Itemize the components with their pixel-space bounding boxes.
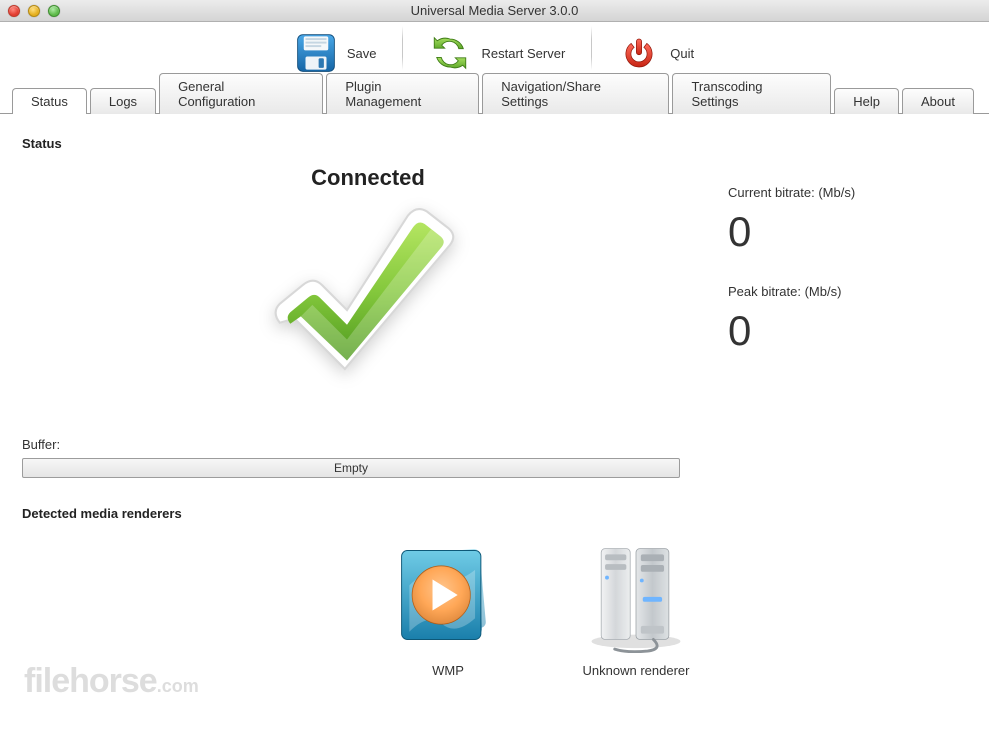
tab-label: General Configuration	[178, 79, 304, 109]
tab-label: Navigation/Share Settings	[501, 79, 650, 109]
tab-label: Help	[853, 94, 880, 109]
renderer-list: WMP	[18, 535, 971, 678]
restart-server-button[interactable]: Restart Server	[415, 26, 579, 80]
save-button[interactable]: Save	[281, 26, 391, 80]
toolbar-group: Save Restart Server	[281, 26, 708, 80]
status-panel: Status Connected Current bitrate: (Mb/s)	[0, 114, 989, 688]
tab-help[interactable]: Help	[834, 88, 899, 114]
renderer-item[interactable]: WMP	[378, 535, 518, 678]
renderer-item[interactable]: Unknown renderer	[566, 535, 706, 678]
current-bitrate-value: 0	[728, 208, 971, 256]
tab-bar: Status Logs General Configuration Plugin…	[0, 86, 989, 114]
watermark-main: filehorse	[24, 662, 157, 700]
peak-bitrate-value: 0	[728, 307, 971, 355]
tab-label: Plugin Management	[345, 79, 460, 109]
tab-label: Logs	[109, 94, 137, 109]
restart-button-label: Restart Server	[481, 46, 565, 61]
connection-status-label: Connected	[311, 165, 425, 191]
current-bitrate-label: Current bitrate: (Mb/s)	[728, 185, 971, 200]
buffer-section: Buffer: Empty	[18, 437, 971, 478]
refresh-icon	[429, 32, 471, 74]
close-window-button[interactable]	[8, 5, 20, 17]
tab-plugin-management[interactable]: Plugin Management	[326, 73, 479, 114]
tab-transcoding-settings[interactable]: Transcoding Settings	[672, 73, 831, 114]
tab-navigation-share-settings[interactable]: Navigation/Share Settings	[482, 73, 669, 114]
quit-button-label: Quit	[670, 46, 694, 61]
window-controls	[8, 5, 60, 17]
buffer-progress-bar: Empty	[22, 458, 680, 478]
connected-checkmark-icon	[263, 203, 473, 413]
quit-button[interactable]: Quit	[604, 26, 708, 80]
buffer-status-text: Empty	[334, 461, 368, 475]
window-title: Universal Media Server 3.0.0	[0, 3, 989, 18]
buffer-label: Buffer:	[22, 437, 971, 452]
renderer-name: Unknown renderer	[583, 663, 690, 678]
watermark: filehorse.com	[24, 662, 199, 701]
wmp-icon	[388, 535, 508, 655]
status-row: Connected Current bitrate: (Mb/s) 0 Peak…	[18, 161, 971, 413]
status-section-title: Status	[22, 136, 971, 151]
tab-about[interactable]: About	[902, 88, 974, 114]
save-button-label: Save	[347, 46, 377, 61]
bitrate-stats: Current bitrate: (Mb/s) 0 Peak bitrate: …	[718, 161, 971, 413]
minimize-window-button[interactable]	[28, 5, 40, 17]
peak-bitrate-label: Peak bitrate: (Mb/s)	[728, 284, 971, 299]
toolbar-separator	[591, 26, 592, 70]
tab-general-configuration[interactable]: General Configuration	[159, 73, 323, 114]
save-icon	[295, 32, 337, 74]
renderer-name: WMP	[432, 663, 464, 678]
window-titlebar: Universal Media Server 3.0.0	[0, 0, 989, 22]
power-icon	[618, 32, 660, 74]
status-left: Connected	[18, 161, 718, 413]
tab-label: About	[921, 94, 955, 109]
toolbar-separator	[402, 26, 403, 70]
renderers-section-title: Detected media renderers	[22, 506, 971, 521]
zoom-window-button[interactable]	[48, 5, 60, 17]
tab-status[interactable]: Status	[12, 88, 87, 114]
tab-label: Status	[31, 94, 68, 109]
tab-logs[interactable]: Logs	[90, 88, 156, 114]
server-icon	[576, 535, 696, 655]
tab-label: Transcoding Settings	[691, 79, 812, 109]
watermark-suffix: .com	[157, 676, 199, 696]
